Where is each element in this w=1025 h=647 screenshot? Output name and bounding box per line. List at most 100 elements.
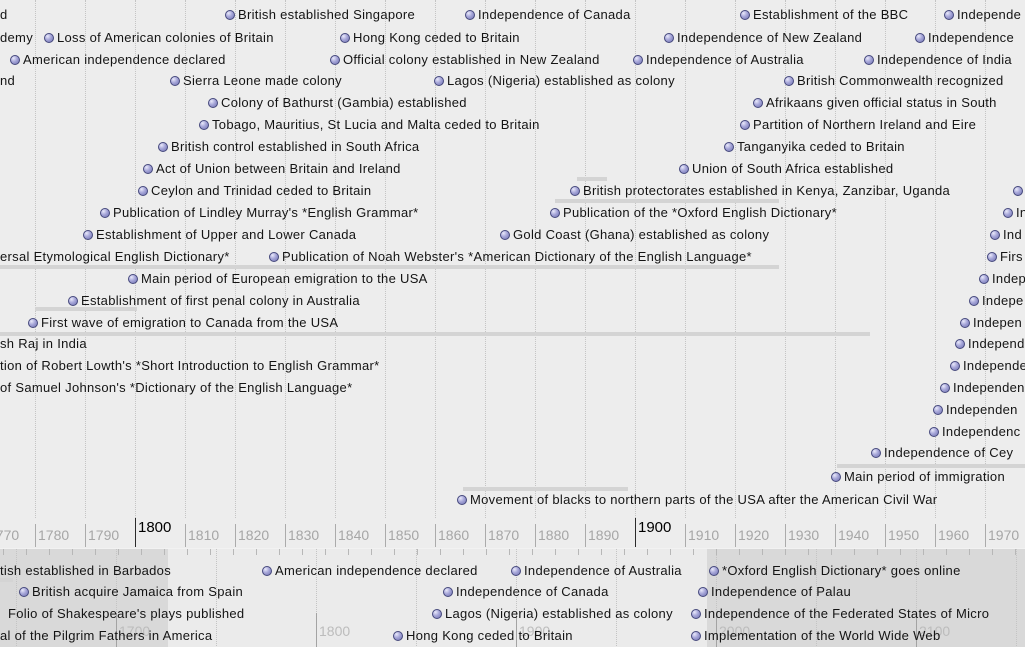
event-dot[interactable]	[969, 296, 979, 306]
event-label[interactable]: tion of Robert Lowth's *Short Introducti…	[0, 358, 379, 374]
event-dot[interactable]	[944, 10, 954, 20]
event-dot[interactable]	[784, 76, 794, 86]
event-label[interactable]: Publication of Lindley Murray's *English…	[113, 205, 418, 221]
event-label[interactable]: Union of South Africa established	[692, 161, 893, 177]
event-label[interactable]: Afrikaans given official status in South	[766, 95, 997, 111]
event-dot[interactable]	[19, 587, 29, 597]
event-label[interactable]: British established Singapore	[238, 7, 415, 23]
event-label[interactable]: In	[1016, 205, 1025, 221]
event-label[interactable]: Hong Kong ceded to Britain	[406, 628, 573, 644]
event-dot[interactable]	[709, 566, 719, 576]
event-label[interactable]: Independence of Cey	[884, 445, 1013, 461]
event-dot[interactable]	[83, 230, 93, 240]
event-label[interactable]: tish established in Barbados	[0, 563, 171, 579]
event-dot[interactable]	[432, 609, 442, 619]
duration-tape[interactable]	[555, 199, 779, 203]
event-label[interactable]: Independence of Australia	[524, 563, 682, 579]
event-dot[interactable]	[664, 33, 674, 43]
event-label[interactable]: demy	[0, 30, 33, 46]
event-label[interactable]: Loss of American colonies of Britain	[57, 30, 274, 46]
event-dot[interactable]	[269, 252, 279, 262]
event-dot[interactable]	[44, 33, 54, 43]
event-dot[interactable]	[691, 609, 701, 619]
event-label[interactable]: First wave of emigration to Canada from …	[41, 315, 338, 331]
event-dot[interactable]	[457, 495, 467, 505]
event-label[interactable]: *Oxford English Dictionary* goes online	[722, 563, 961, 579]
event-label[interactable]: Folio of Shakespeare's plays published	[8, 606, 244, 622]
event-dot[interactable]	[28, 318, 38, 328]
event-label[interactable]: Indep	[992, 271, 1025, 287]
event-label[interactable]: Independ	[968, 336, 1025, 352]
event-dot[interactable]	[753, 98, 763, 108]
event-label[interactable]: Act of Union between Britain and Ireland	[156, 161, 401, 177]
overview-band[interactable]: 17001800190020002100 tish established in…	[0, 548, 1025, 647]
event-dot[interactable]	[225, 10, 235, 20]
duration-tape[interactable]	[837, 464, 1025, 468]
event-label[interactable]: Indepe	[982, 293, 1024, 309]
event-dot[interactable]	[955, 339, 965, 349]
event-label[interactable]: Firs	[1000, 249, 1023, 265]
event-label[interactable]: Independen	[946, 402, 1018, 418]
event-dot[interactable]	[330, 55, 340, 65]
event-label[interactable]: Indepen	[973, 315, 1022, 331]
event-label[interactable]: Establishment of Upper and Lower Canada	[96, 227, 356, 243]
event-label[interactable]: Publication of the *Oxford English Dicti…	[563, 205, 837, 221]
event-label[interactable]: Implementation of the World Wide Web	[704, 628, 940, 644]
event-label[interactable]: Establishment of first penal colony in A…	[81, 293, 360, 309]
event-dot[interactable]	[434, 76, 444, 86]
event-dot[interactable]	[724, 142, 734, 152]
event-label[interactable]: British acquire Jamaica from Spain	[32, 584, 243, 600]
event-dot[interactable]	[465, 10, 475, 20]
duration-tape[interactable]	[577, 177, 607, 181]
event-dot[interactable]	[679, 164, 689, 174]
event-label[interactable]: Independe	[957, 7, 1021, 23]
event-label[interactable]: Independence	[928, 30, 1014, 46]
event-label[interactable]: Establishment of the BBC	[753, 7, 908, 23]
event-label[interactable]: Lagos (Nigeria) established as colony	[447, 73, 675, 89]
event-label[interactable]: Independen	[953, 380, 1025, 396]
event-dot[interactable]	[443, 587, 453, 597]
event-dot[interactable]	[262, 566, 272, 576]
duration-tape[interactable]	[0, 265, 779, 269]
event-dot[interactable]	[500, 230, 510, 240]
event-dot[interactable]	[960, 318, 970, 328]
event-dot[interactable]	[871, 448, 881, 458]
event-dot[interactable]	[511, 566, 521, 576]
event-label[interactable]: Tanganyika ceded to Britain	[737, 139, 905, 155]
event-dot[interactable]	[691, 631, 701, 641]
event-dot[interactable]	[990, 230, 1000, 240]
event-label[interactable]: of Samuel Johnson's *Dictionary of the E…	[0, 380, 352, 396]
event-label[interactable]: d	[0, 7, 8, 23]
event-label[interactable]: Lagos (Nigeria) established as colony	[445, 606, 673, 622]
event-label[interactable]: Movement of blacks to northern parts of …	[470, 492, 937, 508]
event-dot[interactable]	[100, 208, 110, 218]
event-label[interactable]: Main period of immigration	[844, 469, 1005, 485]
duration-tape[interactable]	[463, 487, 628, 491]
event-label[interactable]: al of the Pilgrim Fathers in America	[0, 628, 212, 644]
event-label[interactable]: Independence of Australia	[646, 52, 804, 68]
event-label[interactable]: nd	[0, 73, 15, 89]
event-label[interactable]: Gold Coast (Ghana) established as colony	[513, 227, 769, 243]
event-dot[interactable]	[740, 10, 750, 20]
event-dot[interactable]	[915, 33, 925, 43]
event-dot[interactable]	[138, 186, 148, 196]
event-label[interactable]: Independence of Canada	[456, 584, 609, 600]
event-label[interactable]: Independenc	[942, 424, 1020, 440]
event-label[interactable]: ersal Etymological English Dictionary*	[0, 249, 230, 265]
event-dot[interactable]	[570, 186, 580, 196]
event-label[interactable]: Ceylon and Trinidad ceded to Britain	[151, 183, 371, 199]
event-label[interactable]: Independence of Palau	[711, 584, 851, 600]
event-label[interactable]: Main period of European emigration to th…	[141, 271, 428, 287]
event-label[interactable]: Partition of Northern Ireland and Eire	[753, 117, 976, 133]
event-label[interactable]: Colony of Bathurst (Gambia) established	[221, 95, 467, 111]
event-label[interactable]: Publication of Noah Webster's *American …	[282, 249, 752, 265]
event-dot[interactable]	[199, 120, 209, 130]
event-dot[interactable]	[1003, 208, 1013, 218]
event-dot[interactable]	[633, 55, 643, 65]
event-dot[interactable]	[143, 164, 153, 174]
event-dot[interactable]	[864, 55, 874, 65]
event-dot[interactable]	[170, 76, 180, 86]
event-dot[interactable]	[208, 98, 218, 108]
event-dot[interactable]	[950, 361, 960, 371]
event-label[interactable]: Sierra Leone made colony	[183, 73, 342, 89]
